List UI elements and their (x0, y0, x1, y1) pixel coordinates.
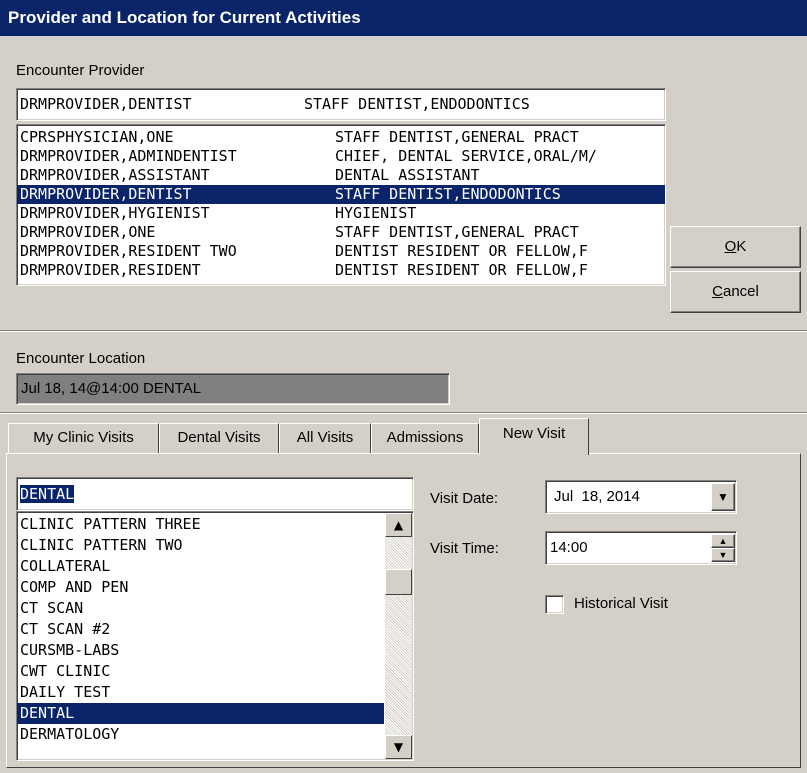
provider-name: DRMPROVIDER,ADMINDENTIST (20, 147, 237, 165)
provider-name: DRMPROVIDER,RESIDENT TWO (20, 242, 237, 260)
provider-title: CHIEF, DENTAL SERVICE,ORAL/M/ (335, 147, 597, 165)
provider-title: STAFF DENTIST,GENERAL PRACT (335, 223, 579, 241)
ok-button-label: K (736, 238, 747, 255)
scroll-thumb[interactable] (385, 569, 412, 595)
clinic-list-item[interactable]: CWT CLINIC (17, 661, 384, 682)
provider-row[interactable]: DRMPROVIDER,RESIDENT DENTIST RESIDENT OR … (17, 261, 665, 280)
clinic-list-item[interactable]: DERMATOLOGY (17, 724, 384, 745)
visit-date-label: Visit Date: (430, 490, 499, 507)
clinic-list-item[interactable]: CURSMB-LABS (17, 640, 384, 661)
provider-search-title: STAFF DENTIST,ENDODONTICS (304, 95, 530, 113)
visit-date-value: Jul 18, 2014 (554, 488, 640, 505)
visit-time-label: Visit Time: (430, 540, 499, 557)
provider-row[interactable]: DRMPROVIDER,HYGIENIST HYGIENIST (17, 204, 665, 223)
provider-row[interactable]: DRMPROVIDER,ONE STAFF DENTIST,GENERAL PRA… (17, 223, 665, 242)
visit-date-field[interactable]: Jul 18, 2014 ▼ (545, 480, 737, 514)
clinic-search-value: DENTAL (20, 485, 75, 503)
cancel-button-label: ancel (722, 283, 759, 300)
clinic-list[interactable]: CLINIC PATTERN THREE CLINIC PATTERN TWO CO… (16, 511, 414, 761)
clinic-list-item[interactable]: CLINIC PATTERN TWO (17, 535, 384, 556)
provider-row[interactable]: DRMPROVIDER,DENTIST STAFF DENTIST,ENDODON… (17, 185, 665, 204)
provider-row[interactable]: DRMPROVIDER,ADMINDENTIST CHIEF, DENTAL SE… (17, 147, 665, 166)
provider-name: DRMPROVIDER,ASSISTANT (20, 166, 210, 184)
ok-button[interactable]: OK (670, 226, 801, 268)
tab-admissions[interactable]: Admissions (371, 423, 479, 453)
provider-row[interactable]: DRMPROVIDER,ASSISTANT DENTAL ASSISTANT (17, 166, 665, 185)
provider-list[interactable]: CPRSPHYSICIAN,ONE STAFF DENTIST,GENERAL P… (16, 124, 666, 286)
visit-time-value: 14:00 (550, 539, 588, 556)
tab-all-visits[interactable]: All Visits (279, 423, 371, 453)
tab-new-visit[interactable]: New Visit (479, 418, 589, 455)
clinic-list-item[interactable]: CT SCAN (17, 598, 384, 619)
clinic-list-item[interactable]: COLLATERAL (17, 556, 384, 577)
chevron-down-icon[interactable]: ▼ (711, 483, 735, 511)
window-title: Provider and Location for Current Activi… (0, 0, 807, 36)
scroll-down-icon[interactable]: ▼ (385, 735, 412, 759)
clinic-list-item[interactable]: COMP AND PEN (17, 577, 384, 598)
clinic-list-item[interactable]: CT SCAN #2 (17, 619, 384, 640)
historical-visit-label: Historical Visit (574, 595, 668, 612)
provider-name: DRMPROVIDER,RESIDENT (20, 261, 201, 279)
tab-dental-visits[interactable]: Dental Visits (159, 423, 279, 453)
clinic-search-input[interactable]: DENTAL (16, 477, 414, 511)
scroll-up-icon[interactable]: ▲ (385, 513, 412, 537)
provider-title: DENTIST RESIDENT OR FELLOW,F (335, 242, 588, 260)
provider-name: DRMPROVIDER,DENTIST (20, 185, 192, 203)
clinic-list-item[interactable]: DAILY TEST (17, 682, 384, 703)
encounter-provider-label: Encounter Provider (16, 62, 145, 79)
spin-down-icon[interactable]: ▼ (711, 548, 735, 562)
divider (0, 330, 807, 332)
provider-title: DENTIST RESIDENT OR FELLOW,F (335, 261, 588, 279)
encounter-location-label: Encounter Location (16, 350, 146, 367)
provider-name: CPRSPHYSICIAN,ONE (20, 128, 174, 146)
clinic-list-item[interactable]: DENTAL (17, 703, 384, 724)
cancel-button[interactable]: Cancel (670, 271, 801, 313)
provider-name: DRMPROVIDER,ONE (20, 223, 156, 241)
provider-title: DENTAL ASSISTANT (335, 166, 480, 184)
visit-time-field[interactable]: 14:00 ▲ ▼ (545, 531, 737, 565)
clinic-list-item[interactable]: CLINIC PATTERN THREE (17, 514, 384, 535)
provider-row[interactable]: DRMPROVIDER,RESIDENT TWO DENTIST RESIDENT… (17, 242, 665, 261)
provider-title: STAFF DENTIST,ENDODONTICS (335, 185, 561, 203)
divider (0, 412, 807, 414)
provider-title: HYGIENIST (335, 204, 417, 222)
tab-my-clinic-visits[interactable]: My Clinic Visits (8, 423, 159, 453)
provider-title: STAFF DENTIST,GENERAL PRACT (335, 128, 579, 146)
provider-row[interactable]: CPRSPHYSICIAN,ONE STAFF DENTIST,GENERAL P… (17, 128, 665, 147)
encounter-location-field: Jul 18, 14@14:00 DENTAL (16, 373, 450, 405)
clinic-list-scrollbar[interactable]: ▲ ▼ (385, 513, 412, 759)
provider-search-name: DRMPROVIDER,DENTIST (20, 95, 192, 113)
provider-search-input[interactable]: DRMPROVIDER,DENTIST STAFF DENTIST,ENDODO… (16, 88, 666, 121)
historical-visit-checkbox[interactable] (545, 595, 564, 614)
spin-up-icon[interactable]: ▲ (711, 534, 735, 548)
provider-name: DRMPROVIDER,HYGIENIST (20, 204, 210, 222)
